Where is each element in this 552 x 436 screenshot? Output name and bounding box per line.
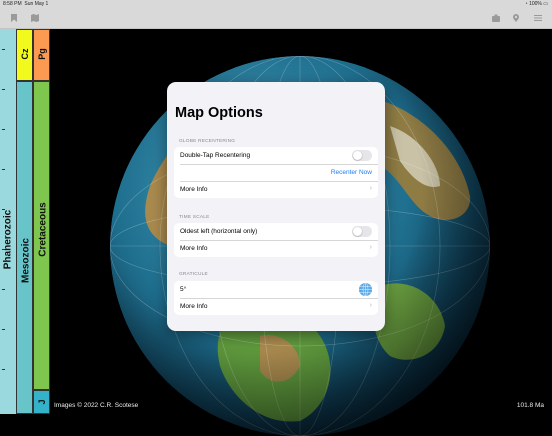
camera-icon[interactable] [491,13,501,23]
map-options-panel: Map Options GLOBE RECENTERING Double-Tap… [167,82,385,331]
time-tick [2,329,5,330]
graticule-group: 5° More Info › [174,281,378,315]
time-tick [2,369,5,370]
time-tick [2,289,5,290]
chevron-right-icon: › [369,185,372,192]
era-cell-mesozoic[interactable]: Mesozoic [16,81,33,414]
time-tick [2,49,5,50]
list-icon[interactable] [533,13,543,23]
era-cell-cenozoic[interactable]: Cz [16,29,33,81]
status-time: 8:58 PM [3,1,22,7]
panel-title: Map Options [175,105,263,121]
double-tap-recentering-label: Double-Tap Recentering [180,152,251,159]
toggle-knob [353,227,362,236]
double-tap-recentering-row: Double-Tap Recentering [174,147,378,164]
oldest-left-row: Oldest left (horizontal only) [174,223,378,240]
period-cell-paleogene[interactable]: Pg [33,29,50,81]
more-info-label: More Info [180,303,208,310]
recenter-now-button[interactable]: Recenter Now [331,169,372,176]
eon-column[interactable]: Phanerozoic [0,29,16,414]
section-header-time-scale: TIME SCALE [179,215,210,220]
status-bar: 8:58 PM Sun May 1 ◔ 100% ▭ [0,0,552,8]
period-lower-label: J [37,399,47,405]
more-info-label: More Info [180,186,208,193]
image-credit: Images © 2022 C.R. Scotese [54,402,139,409]
bookmark-icon[interactable] [9,13,19,23]
age-readout: 101.8 Ma [516,402,544,409]
location-pin-icon[interactable] [511,13,521,23]
oldest-left-toggle[interactable] [352,226,372,237]
status-right: ◔ 100% ▭ [525,1,548,7]
period-label: Cretaceous [37,202,49,257]
time-scale-column[interactable]: Phanerozoic Cz Mesozoic Pg Cretaceous J [0,29,50,414]
globe-recentering-group: Double-Tap Recentering Recenter Now More… [174,147,378,198]
status-time-date: 8:58 PM Sun May 1 [3,1,48,7]
era-label: Mesozoic [20,238,32,284]
era-upper-label: Cz [20,48,30,60]
status-date: Sun May 1 [24,1,49,7]
toggle-knob [353,151,362,160]
graticule-value: 5° [180,286,187,293]
more-info-row-recentering[interactable]: More Info › [174,181,378,198]
battery-icon: ▭ [543,1,548,7]
nav-bar [0,8,552,29]
period-cell-cretaceous[interactable]: Cretaceous [33,81,50,390]
period-upper-label: Pg [37,48,47,60]
time-tick [2,129,5,130]
more-info-row-time-scale[interactable]: More Info › [174,240,378,257]
time-scale-group: Oldest left (horizontal only) More Info … [174,223,378,257]
chevron-right-icon: › [369,302,372,309]
wifi-icon: ◔ [524,1,528,7]
period-cell-jurassic[interactable]: J [33,390,50,414]
oldest-left-label: Oldest left (horizontal only) [180,228,258,235]
graticule-globe-icon[interactable] [359,283,372,296]
more-info-label: More Info [180,245,208,252]
eon-label: Phanerozoic [2,209,14,270]
era-column[interactable]: Cz Mesozoic [16,29,33,414]
section-header-globe-recentering: GLOBE RECENTERING [179,139,236,144]
time-tick [2,169,5,170]
double-tap-recentering-toggle[interactable] [352,150,372,161]
section-header-graticule: GRATICULE [179,272,208,277]
chevron-right-icon: › [369,244,372,251]
recenter-now-row: Recenter Now [174,164,378,181]
more-info-row-graticule[interactable]: More Info › [174,298,378,315]
graticule-value-row[interactable]: 5° [174,281,378,298]
period-column[interactable]: Pg Cretaceous J [33,29,50,414]
battery-percent: 100% [529,1,542,7]
map-icon[interactable] [30,13,40,23]
time-tick [2,89,5,90]
